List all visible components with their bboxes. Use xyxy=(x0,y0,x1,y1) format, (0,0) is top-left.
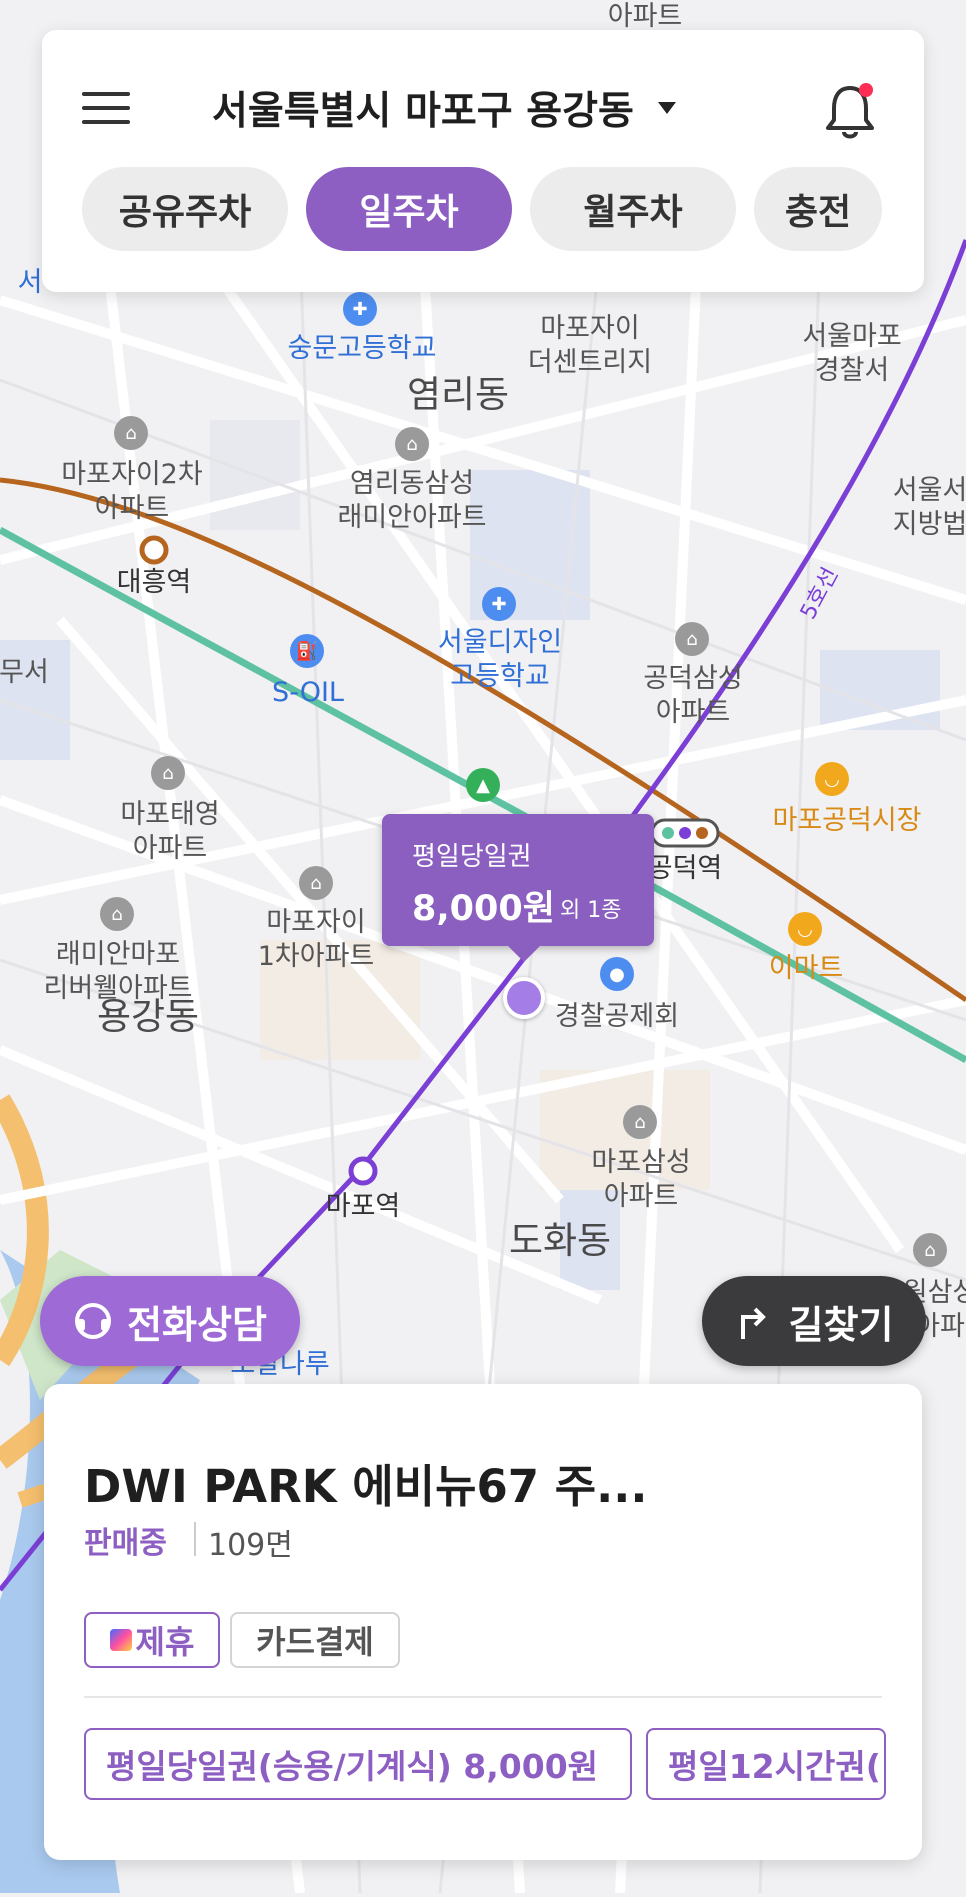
map-label: 서울디자인 고등학교 xyxy=(437,627,563,692)
map-label: 서울서 지방법 xyxy=(892,475,966,540)
shopping-icon: ◡ xyxy=(788,912,822,946)
apartment-icon: ⌂ xyxy=(913,1233,947,1267)
apartment-icon: ⌂ xyxy=(299,866,333,900)
map-label: S-OIL xyxy=(272,677,344,708)
location-selector[interactable]: 서울특별시 마포구 용강동 xyxy=(212,80,676,136)
map-label: 염리동삼성 래미안아파트 xyxy=(337,468,487,533)
apartment-icon: ⌂ xyxy=(100,897,134,931)
park-icon: ▲ xyxy=(466,768,500,802)
divider xyxy=(194,1522,196,1556)
phone-consult-button[interactable]: 전화상담 xyxy=(40,1276,300,1366)
apartment-icon: ⌂ xyxy=(114,416,148,450)
map-label: 경찰공제회 xyxy=(554,1001,680,1032)
apartment-icon: ⌂ xyxy=(623,1105,657,1139)
map-label: 용강동 xyxy=(96,995,200,1038)
map-label: 마포역 xyxy=(325,1191,401,1222)
selected-location-pin[interactable] xyxy=(503,977,545,1019)
bell-icon[interactable] xyxy=(824,82,876,140)
location-label: 서울특별시 마포구 용강동 xyxy=(212,89,634,134)
map-label: 무서 xyxy=(0,657,49,688)
map-label: 마포공덕시장 xyxy=(772,805,922,836)
caret-down-icon xyxy=(657,102,676,114)
parking-spaces-count: 109면 xyxy=(208,1528,293,1563)
partner-badge-label: 제휴 xyxy=(135,1623,195,1661)
map-label: 마포자이2차 아파트 xyxy=(61,459,203,524)
map-label: 마포삼성 아파트 xyxy=(591,1147,691,1212)
directions-button[interactable]: 길찾기 xyxy=(702,1276,926,1366)
marker-ticket-name: 평일당일권 xyxy=(412,842,532,872)
parking-lot-card[interactable]: DWI PARK 에비뉴67 주... 판매중 109면 제휴 카드결제 평일당… xyxy=(44,1384,922,1860)
apartment-icon: ⌂ xyxy=(395,427,429,461)
market-icon: ◡ xyxy=(815,762,849,796)
phone-consult-label: 전화상담 xyxy=(127,1302,267,1347)
menu-icon[interactable] xyxy=(82,92,132,126)
marker-tail xyxy=(508,946,540,962)
map-label: 서울마포 경찰서 xyxy=(802,321,902,386)
parking-lot-name: DWI PARK 에비뉴67 주... xyxy=(84,1460,648,1513)
gas-station-icon: ⛽ xyxy=(290,634,324,668)
map-label: 마포자이 1차아파트 xyxy=(257,907,375,972)
map-label: 마포자이 더센트리지 xyxy=(527,313,653,378)
school-icon: ✚ xyxy=(343,292,377,326)
partner-badge: 제휴 xyxy=(84,1612,220,1668)
directions-label: 길찾기 xyxy=(788,1302,894,1347)
map-label: 이마트 xyxy=(768,953,844,984)
map-label: 공덕삼성 아파트 xyxy=(643,663,743,728)
map-label: 아파트 xyxy=(607,1,683,32)
ticket-option[interactable]: 평일12시간권( xyxy=(646,1728,886,1800)
map-label: 마포태영 아파트 xyxy=(120,799,220,864)
parking-price-marker[interactable]: 평일당일권 8,000원 외 1종 xyxy=(382,814,654,962)
school-icon: ✚ xyxy=(482,587,516,621)
ticket-option[interactable]: 평일당일권(승용/기계식) 8,000원 xyxy=(84,1728,632,1800)
divider xyxy=(84,1696,882,1698)
map-label: 공덕역 xyxy=(647,853,723,884)
partner-logo-icon xyxy=(109,1629,132,1651)
map-label: 서 xyxy=(17,267,43,298)
tab-monthly-parking[interactable]: 월주차 xyxy=(530,167,736,251)
card-payment-badge: 카드결제 xyxy=(230,1612,400,1668)
headset-icon xyxy=(75,1303,112,1339)
tab-charging[interactable]: 충전 xyxy=(754,167,882,251)
map-label: 대흥역 xyxy=(116,567,192,598)
turn-right-arrow-icon xyxy=(740,1307,766,1339)
building-icon: ● xyxy=(600,957,634,991)
map-label: 염리동 xyxy=(406,373,510,416)
marker-extra: 외 1종 xyxy=(560,898,622,923)
location-header: 서울특별시 마포구 용강동 공유주차 일주차 월주차 충전 xyxy=(42,30,924,292)
apartment-icon: ⌂ xyxy=(675,622,709,656)
sale-status: 판매중 xyxy=(84,1526,167,1561)
map-label: 숭문고등학교 xyxy=(287,333,437,364)
map-label: 도화동 xyxy=(508,1219,612,1262)
tab-daily-parking[interactable]: 일주차 xyxy=(306,167,512,251)
tab-shared-parking[interactable]: 공유주차 xyxy=(82,167,288,251)
apartment-icon: ⌂ xyxy=(151,756,185,790)
marker-price: 8,000원 xyxy=(412,889,555,929)
